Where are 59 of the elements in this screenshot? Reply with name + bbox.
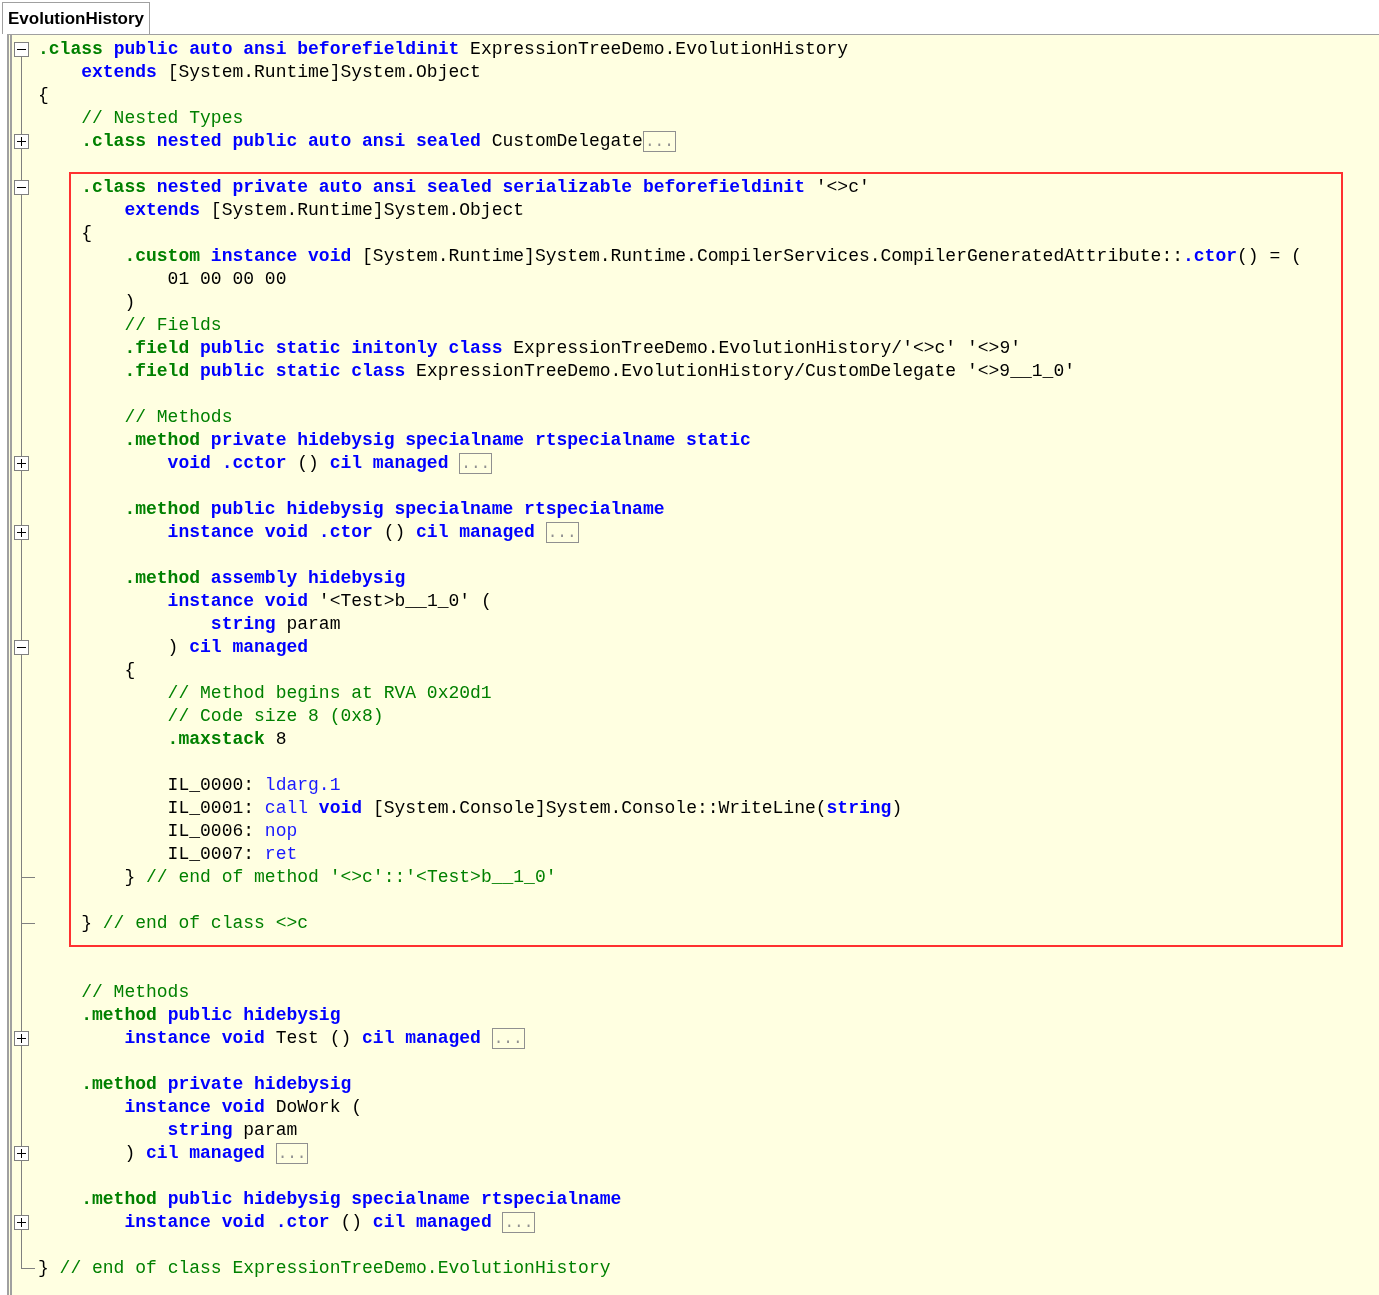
code-line: extends [System.Runtime]System.Object [80, 61, 481, 84]
collapsed-content-button[interactable]: ... [502, 1212, 536, 1233]
code-line: 01 00 00 00 [166, 268, 287, 291]
code-line: // Code size 8 (0x8) [166, 705, 384, 728]
code-line: IL_0000: ldarg.1 [166, 774, 341, 797]
collapse-icon[interactable] [14, 640, 29, 655]
collapse-icon[interactable] [14, 42, 29, 57]
document-tab[interactable]: EvolutionHistory [2, 2, 150, 34]
code-line: extends [System.Runtime]System.Object [123, 199, 525, 222]
code-line: .method private hidebysig specialname rtspecialname static [123, 429, 751, 452]
collapsed-content-button[interactable]: ... [459, 453, 493, 474]
code-line: { [38, 84, 49, 107]
code-line: .class nested public auto ansi sealed CustomDelegate [80, 130, 643, 153]
collapsed-content-button[interactable]: ... [545, 522, 579, 543]
code-line: instance void Test () cil managed [123, 1027, 482, 1050]
collapse-icon[interactable] [14, 180, 29, 195]
code-line: ) cil managed [166, 636, 309, 659]
code-line: .method private hidebysig [80, 1073, 352, 1096]
code-line: // Methods [80, 981, 190, 1004]
expand-icon[interactable] [14, 1215, 29, 1230]
code-line: // Nested Types [80, 107, 244, 130]
collapsed-content-button[interactable]: ... [491, 1028, 525, 1049]
code-line: void .cctor () cil managed [166, 452, 450, 475]
code-line: } // end of class <>c [80, 912, 309, 935]
code-line: string param [166, 1119, 298, 1142]
code-line: string param [209, 613, 341, 636]
code-line: IL_0007: ret [166, 843, 298, 866]
code-line: instance void .ctor () cil managed [166, 521, 536, 544]
code-line: instance void '<Test>b__1_0' ( [166, 590, 492, 613]
code-line: .custom instance void [System.Runtime]System.Runtime.CompilerServices.CompilerGeneratedAttribute::.ctor() = ( [123, 245, 1302, 268]
expand-icon[interactable] [14, 456, 29, 471]
code-line: { [123, 659, 136, 682]
code-line: .class nested private auto ansi sealed serializable beforefieldinit '<>c' [80, 176, 870, 199]
code-line: ) cil managed [123, 1142, 266, 1165]
code-line: // Fields [123, 314, 222, 337]
expand-icon[interactable] [14, 525, 29, 540]
code-line: // Method begins at RVA 0x20d1 [166, 682, 492, 705]
code-line: IL_0001: call void [System.Console]System.Console::WriteLine(string) [166, 797, 903, 820]
code-line: .method public hidebysig specialname rtspecialname [80, 1188, 622, 1211]
collapsed-content-button[interactable]: ... [275, 1143, 309, 1164]
code-line: instance void .ctor () cil managed [123, 1211, 493, 1234]
code-line: IL_0006: nop [166, 820, 298, 843]
code-line: .maxstack 8 [166, 728, 287, 751]
code-line: // Methods [123, 406, 233, 429]
code-line: } // end of class ExpressionTreeDemo.EvolutionHistory [38, 1257, 611, 1280]
code-line: .field public static class ExpressionTreeDemo.EvolutionHistory/CustomDelegate '<>9__1_0' [123, 360, 1075, 383]
code-line: instance void DoWork ( [123, 1096, 363, 1119]
code-line: ) [123, 291, 136, 314]
code-line: .class public auto ansi beforefieldinit ExpressionTreeDemo.EvolutionHistory [38, 38, 849, 61]
expand-icon[interactable] [14, 134, 29, 149]
expand-icon[interactable] [14, 1146, 29, 1161]
code-line: .field public static initonly class ExpressionTreeDemo.EvolutionHistory/'<>c' '<>9' [123, 337, 1021, 360]
code-line: { [80, 222, 92, 245]
code-line: } // end of method '<>c'::'<Test>b__1_0' [123, 866, 557, 889]
code-line: .method public hidebysig specialname rtspecialname [123, 498, 665, 521]
code-line: .method public hidebysig [80, 1004, 341, 1027]
collapsed-content-button[interactable]: ... [642, 131, 676, 152]
expand-icon[interactable] [14, 1031, 29, 1046]
code-line: .method assembly hidebysig [123, 567, 406, 590]
